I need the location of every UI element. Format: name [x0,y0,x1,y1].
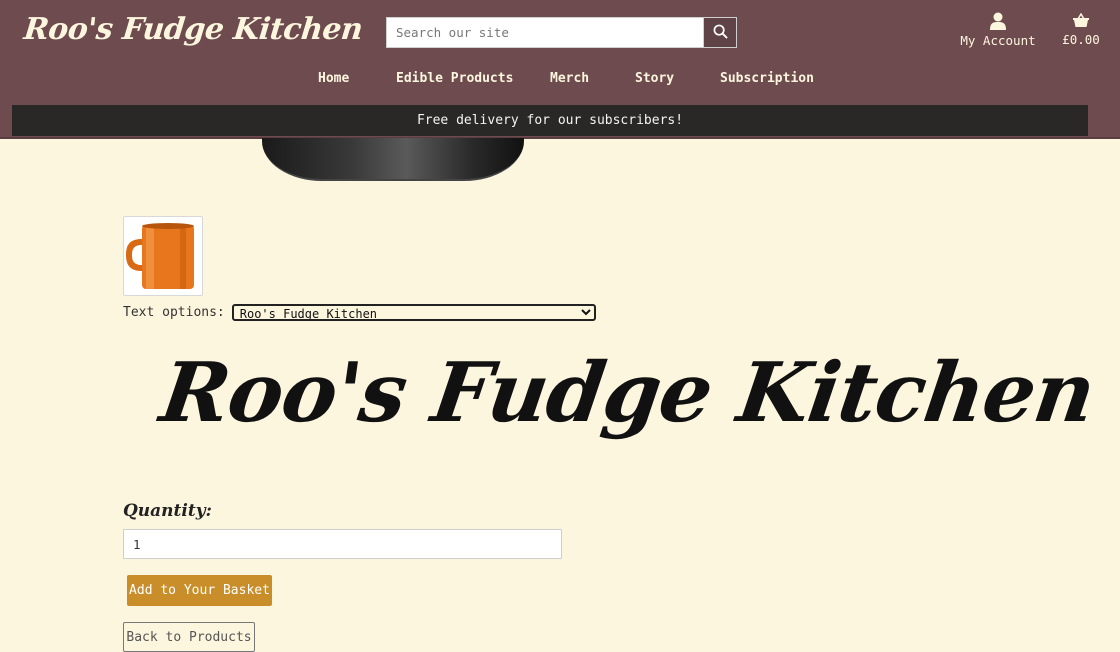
user-icon [960,12,1036,30]
basket-icon [1060,13,1102,27]
delivery-banner: Free delivery for our subscribers! [12,105,1088,136]
basket-link[interactable]: £0.00 [1060,13,1102,47]
orange-mug-image [126,223,194,289]
basket-total: £0.00 [1062,32,1100,47]
nav-home[interactable]: Home [318,71,349,86]
search-icon [713,24,728,42]
add-to-basket-button[interactable]: Add to Your Basket [127,575,272,606]
site-header: Roo's Fudge Kitchen My Account [0,0,1120,139]
my-account-link[interactable]: My Account [960,12,1036,48]
nav-edible-products[interactable]: Edible Products [396,71,513,86]
my-account-label: My Account [960,33,1036,48]
nav-subscription[interactable]: Subscription [720,71,814,86]
quantity-label: Quantity: [123,501,212,521]
text-preview: Roo's Fudge Kitchen [154,345,1101,441]
search-input[interactable] [386,17,704,48]
text-options-row: Text options: Roo's Fudge Kitchen [123,303,596,321]
text-options-label: Text options: [123,304,225,320]
search-bar [386,17,737,48]
back-to-products-button[interactable]: Back to Products [123,622,255,652]
site-logo[interactable]: Roo's Fudge Kitchen [22,12,364,47]
quantity-input[interactable] [123,529,562,559]
search-button[interactable] [704,17,737,48]
product-image-main [262,138,524,181]
main-nav: Home Edible Products Merch Story Subscri… [0,71,1120,89]
nav-merch[interactable]: Merch [550,71,589,86]
product-thumbnail[interactable] [123,216,203,296]
text-options-select[interactable]: Roo's Fudge Kitchen [231,303,596,321]
nav-story[interactable]: Story [635,71,674,86]
